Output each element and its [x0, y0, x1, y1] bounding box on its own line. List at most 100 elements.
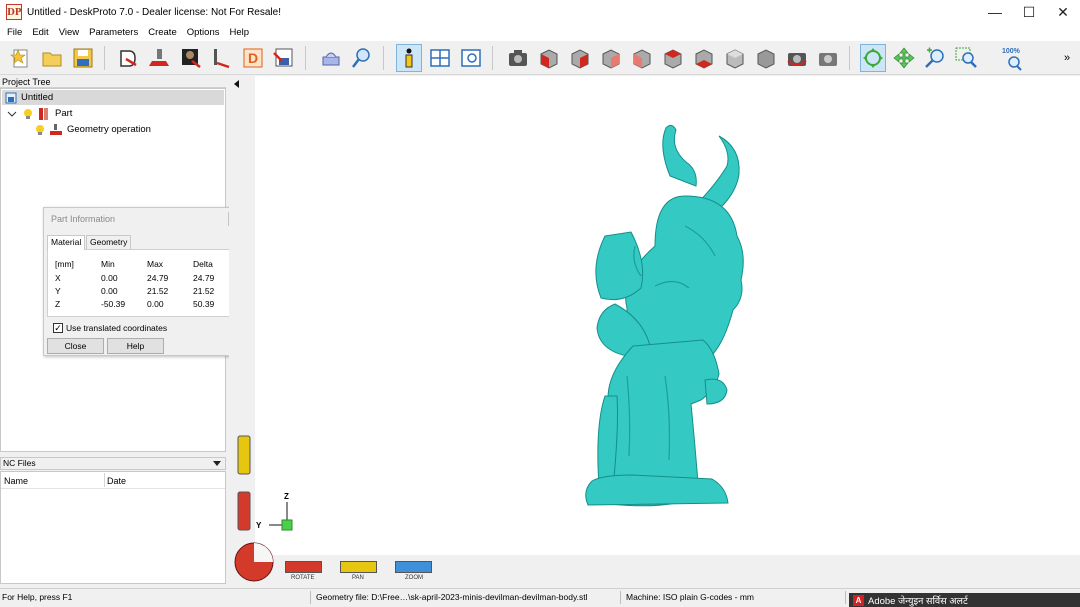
menu-view[interactable]: View — [54, 27, 84, 38]
table-cell: 21.52 — [193, 286, 215, 296]
save-icon[interactable] — [70, 44, 96, 72]
cube-left-icon[interactable] — [629, 44, 655, 72]
open-folder-icon[interactable] — [39, 44, 65, 72]
toolbar-overflow-button[interactable]: » — [1058, 44, 1076, 72]
project-tree-header: Project Tree — [0, 76, 226, 88]
zoom-100-icon[interactable]: 100% — [999, 44, 1029, 72]
tree-item-label: Untitled — [21, 92, 54, 103]
draw-icon[interactable]: D — [240, 44, 266, 72]
tree-item-label: Part — [55, 108, 73, 119]
new-file-icon[interactable] — [8, 44, 34, 72]
cube-front-icon[interactable] — [536, 44, 562, 72]
menu-file[interactable]: File — [2, 27, 27, 38]
tab-material[interactable]: Material — [47, 235, 86, 250]
import-part-icon[interactable] — [116, 44, 142, 72]
adobe-notification[interactable]: A Adobe जेन्युइन सर्विस अलर्ट — [849, 593, 1080, 607]
preview-icon[interactable] — [458, 44, 484, 72]
close-dialog-button[interactable]: Close — [47, 338, 104, 354]
camera-rotate-icon[interactable] — [784, 44, 810, 72]
translated-coordinates-option[interactable]: ✓ Use translated coordinates — [53, 323, 167, 333]
bitmap-icon[interactable] — [178, 44, 204, 72]
chevron-down-icon[interactable] — [213, 461, 221, 466]
cube-top-icon[interactable] — [660, 44, 686, 72]
dialog-title: Part Information — [51, 214, 116, 224]
minimize-button[interactable]: — — [978, 0, 1012, 24]
zoom-bar[interactable] — [395, 561, 432, 573]
inspect-icon[interactable] — [349, 44, 375, 72]
menu-create[interactable]: Create — [143, 27, 182, 38]
dimensions-table: [mm] Min Max Delta X 0.00 24.79 24.79 Y … — [47, 249, 241, 317]
pan-icon[interactable] — [891, 44, 917, 72]
export-icon[interactable] — [271, 44, 297, 72]
svg-text:D: D — [248, 50, 258, 66]
table-cell: X — [55, 273, 61, 283]
table-cell: 21.52 — [147, 286, 169, 296]
checkbox-label: Use translated coordinates — [66, 323, 168, 333]
window-icon[interactable] — [427, 44, 453, 72]
nc-files-list[interactable]: Name Date — [0, 471, 226, 584]
menu-edit[interactable]: Edit — [27, 27, 53, 38]
collapse-panel-icon[interactable] — [234, 80, 239, 88]
camera-lock-icon[interactable] — [815, 44, 841, 72]
import-operation-icon[interactable] — [147, 44, 173, 72]
rotate-dial-icon[interactable] — [232, 540, 276, 584]
vector-icon[interactable] — [209, 44, 235, 72]
menu-help[interactable]: Help — [224, 27, 254, 38]
tree-item-geometry-operation[interactable]: Geometry operation — [35, 122, 151, 137]
cube-back-icon[interactable] — [598, 44, 624, 72]
translated-coordinates-checkbox[interactable]: ✓ — [53, 323, 63, 333]
tree-item-label: Geometry operation — [67, 124, 151, 135]
table-cell: Z — [55, 299, 61, 309]
tree-item-part[interactable]: Part — [7, 106, 72, 121]
operation-icon — [50, 123, 62, 135]
camera-icon[interactable] — [505, 44, 531, 72]
rotate-icon[interactable] — [860, 44, 886, 72]
menu-options[interactable]: Options — [182, 27, 225, 38]
column-header-name[interactable]: Name — [4, 476, 28, 486]
cube-right-icon[interactable] — [567, 44, 593, 72]
devilman-model — [585, 124, 744, 507]
table-cell: 24.79 — [193, 273, 215, 283]
part-information-dialog: Part Information Material Geometry [mm] … — [43, 207, 245, 356]
status-help: For Help, press F1 — [2, 592, 73, 602]
help-button[interactable]: Help — [107, 338, 164, 354]
nc-files-title: NC Files — [3, 458, 36, 468]
pan-slider[interactable] — [237, 435, 251, 475]
table-cell: 0.00 — [101, 273, 118, 283]
svg-text:100%: 100% — [1002, 48, 1021, 55]
tree-item-untitled[interactable]: Untitled — [2, 90, 224, 105]
table-cell: 0.00 — [147, 299, 164, 309]
table-header: [mm] — [55, 259, 74, 269]
zoom-window-icon[interactable] — [953, 44, 979, 72]
column-header-date[interactable]: Date — [107, 476, 126, 486]
cube-bottom-icon[interactable] — [691, 44, 717, 72]
pan-bar[interactable] — [340, 561, 377, 573]
part-info-icon[interactable] — [396, 44, 422, 72]
3d-viewport[interactable] — [255, 76, 1080, 555]
rotate-bar[interactable] — [285, 561, 322, 573]
table-cell: 50.39 — [193, 299, 215, 309]
table-cell: 0.00 — [101, 286, 118, 296]
status-machine: Machine: ISO plain G-codes - mm — [626, 592, 755, 602]
zoom-icon[interactable] — [922, 44, 948, 72]
notification-text: Adobe जेन्युइन सर्विस अलर्ट — [868, 596, 968, 607]
menu-parameters[interactable]: Parameters — [84, 27, 143, 38]
table-header: Max — [147, 259, 164, 269]
tab-geometry[interactable]: Geometry — [86, 235, 132, 249]
rotate-slider[interactable] — [237, 491, 251, 531]
cube-gray-icon[interactable] — [753, 44, 779, 72]
title-bar: DP Untitled - DeskProto 7.0 - Dealer lic… — [0, 0, 1080, 24]
render-icon[interactable] — [318, 44, 344, 72]
nc-files-header[interactable]: NC Files — [0, 457, 226, 470]
axis-z-label: Z — [284, 492, 289, 501]
close-button[interactable]: ✕ — [1046, 0, 1080, 24]
cube-iso-icon[interactable] — [722, 44, 748, 72]
bulb-icon[interactable] — [23, 108, 33, 120]
zoom-label: ZOOM — [405, 575, 423, 581]
chevron-down-icon[interactable] — [7, 109, 17, 119]
model-render — [585, 124, 744, 507]
maximize-button[interactable]: ☐ — [1012, 0, 1046, 24]
menu-bar: File Edit View Parameters Create Options… — [0, 24, 1080, 41]
bulb-icon[interactable] — [35, 124, 45, 136]
pan-label: PAN — [352, 575, 364, 581]
